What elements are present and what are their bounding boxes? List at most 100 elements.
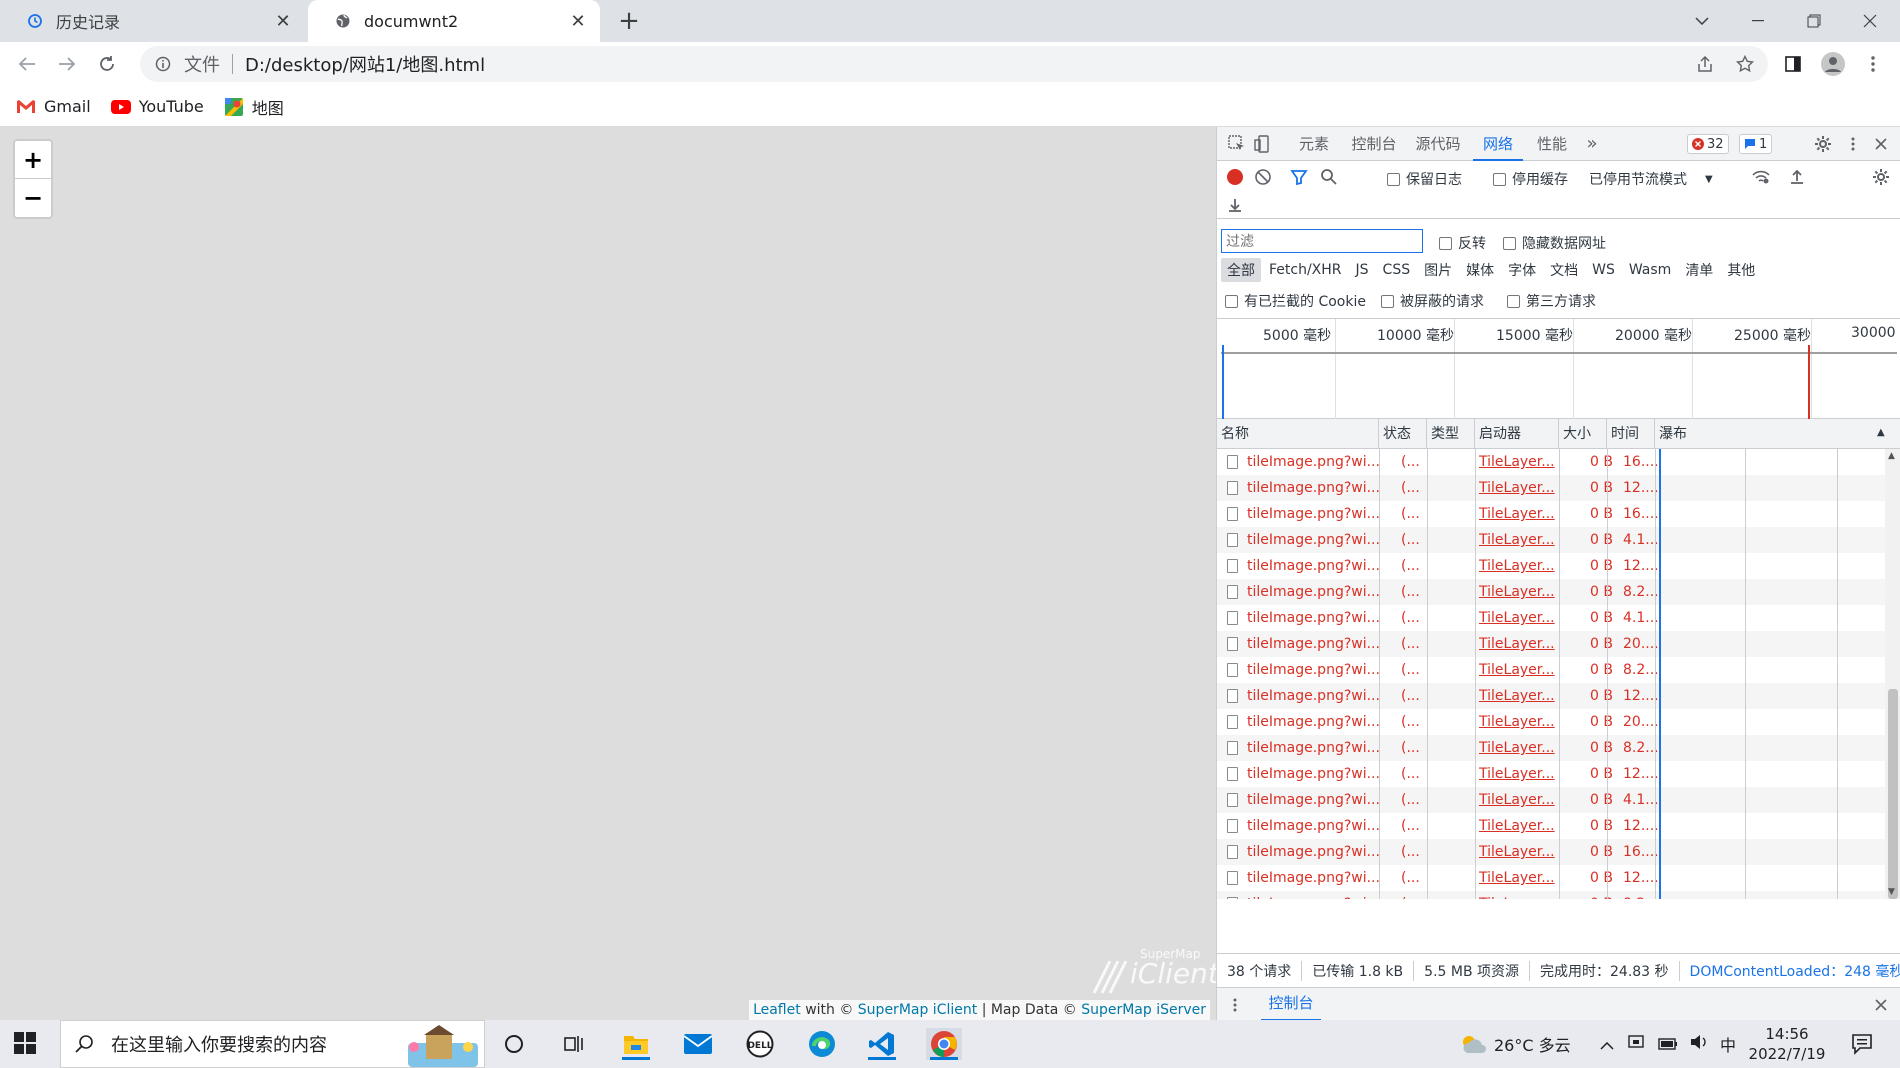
column-size[interactable]: 大小 [1559,419,1607,449]
request-initiator-link[interactable]: TileLayer... [1479,527,1559,553]
minimize-icon[interactable] [1730,0,1786,42]
more-tabs-icon[interactable]: » [1579,127,1605,161]
table-row[interactable]: tileImage.png?wi... (... TileLayer... 0 B 4.… [1217,605,1885,631]
leaflet-link[interactable]: Leaflet [753,1002,801,1018]
invert-checkbox[interactable]: 反转 [1439,233,1486,253]
weather-widget[interactable]: 26°C 多云 [1460,1020,1571,1068]
drawer-tab-console[interactable]: 控制台 [1261,988,1321,1021]
iserver-link[interactable]: SuperMap iServer [1081,1002,1206,1018]
disable-cache-checkbox[interactable]: 停用缓存 [1493,169,1568,189]
table-row[interactable]: tileImage.png?wi... (... TileLayer... 0 B 20… [1217,631,1885,657]
tab-elements[interactable]: 元素 [1289,127,1339,161]
taskbar-search-box[interactable]: 在这里输入你要搜索的内容 [60,1020,485,1068]
request-initiator-link[interactable]: TileLayer... [1479,735,1559,761]
inspect-element-icon[interactable] [1225,132,1249,156]
devtools-menu-icon[interactable] [1841,132,1865,156]
column-waterfall[interactable]: 瀑布 [1655,419,1900,449]
request-name[interactable]: tileImage.png?wi... [1221,475,1381,501]
record-icon[interactable] [1223,165,1247,189]
table-row[interactable]: tileImage.png?wi... (... TileLayer... 0 B 12… [1217,475,1885,501]
request-name[interactable]: tileImage.png?wi... [1221,839,1381,865]
reload-icon[interactable] [92,49,122,79]
show-hidden-icons-chevron-icon[interactable] [1600,1035,1614,1054]
close-window-icon[interactable] [1842,0,1898,42]
table-row[interactable]: tileImage.png?wi... (... TileLayer... 0 B 12… [1217,761,1885,787]
error-badge[interactable]: 32 [1687,134,1729,154]
address-bar[interactable]: 文件 D:/desktop/网站1/地图.html [140,46,1768,82]
type-filter-ws[interactable]: WS [1586,260,1621,280]
network-icon[interactable] [1628,1034,1646,1054]
request-name[interactable]: tileImage.png?wi... [1221,579,1381,605]
restore-icon[interactable] [1786,0,1842,42]
request-initiator-link[interactable]: TileLayer... [1479,839,1559,865]
table-row[interactable]: tileImage.png?wi... (... TileLayer... 0 B 16… [1217,839,1885,865]
request-initiator-link[interactable]: TileLayer... [1479,891,1559,899]
request-name[interactable]: tileImage.png?wi... [1221,865,1381,891]
dell-icon[interactable]: DELL [742,1028,778,1060]
battery-icon[interactable] [1658,1035,1678,1054]
tab-documwnt2[interactable]: documwnt2 ✕ [308,0,600,42]
request-initiator-link[interactable]: TileLayer... [1479,449,1559,475]
message-badge[interactable]: 1 [1739,134,1773,154]
request-name[interactable]: tileImage.png?wi... [1221,683,1381,709]
table-row[interactable]: tileImage.png?wi... (... TileLayer... 0 B 16… [1217,501,1885,527]
request-initiator-link[interactable]: TileLayer... [1479,475,1559,501]
tab-performance[interactable]: 性能 [1527,127,1577,161]
type-filter-manifest[interactable]: 清单 [1679,258,1719,282]
tab-network[interactable]: 网络 [1473,127,1523,161]
type-filter-all[interactable]: 全部 [1221,258,1261,282]
type-filter-wasm[interactable]: Wasm [1623,260,1677,280]
network-overview-timeline[interactable]: 5000 毫秒 10000 毫秒 15000 毫秒 20000 毫秒 25000… [1217,319,1900,419]
settings-gear-icon[interactable] [1811,132,1835,156]
cortana-icon[interactable] [496,1028,532,1060]
scrollbar-thumb[interactable] [1888,689,1898,899]
type-filter-js[interactable]: JS [1350,260,1375,280]
table-row[interactable]: tileImage.png?wi... (... TileLayer... 0 B 12… [1217,553,1885,579]
request-initiator-link[interactable]: TileLayer... [1479,657,1559,683]
edge-icon[interactable] [804,1028,840,1060]
bookmark-youtube[interactable]: YouTube [110,97,204,116]
tab-console[interactable]: 控制台 [1343,127,1405,161]
tab-search-chevron-icon[interactable] [1674,0,1730,42]
request-name[interactable]: tileImage.png?wi... [1221,813,1381,839]
profile-avatar-icon[interactable] [1818,49,1848,79]
close-drawer-icon[interactable] [1869,993,1893,1017]
table-row[interactable]: tileImage.png?wi... (... TileLayer... 0 B 16… [1217,449,1885,475]
import-har-icon[interactable] [1785,165,1809,189]
export-har-icon[interactable] [1223,193,1247,217]
bookmark-maps[interactable]: 地图 [224,95,284,119]
request-name[interactable]: tileImage.png?wi... [1221,787,1381,813]
request-initiator-link[interactable]: TileLayer... [1479,683,1559,709]
table-row[interactable]: tileImage.png?wi... (... TileLayer... 0 B 8.… [1217,735,1885,761]
kebab-menu-icon[interactable] [1858,49,1888,79]
zoom-in-button[interactable]: + [15,141,51,179]
filter-input[interactable] [1221,229,1423,253]
side-panel-icon[interactable] [1778,49,1808,79]
request-name[interactable]: tileImage.png?wi... [1221,553,1381,579]
map-canvas[interactable]: + − SuperMap iClient Leaflet with © Supe… [0,127,1219,1020]
request-name[interactable]: tileImage.png?wi... [1221,709,1381,735]
request-initiator-link[interactable]: TileLayer... [1479,501,1559,527]
hide-data-urls-checkbox[interactable]: 隐藏数据网址 [1503,233,1606,253]
bookmark-gmail[interactable]: Gmail [16,97,91,116]
request-initiator-link[interactable]: TileLayer... [1479,605,1559,631]
column-time[interactable]: 时间 [1607,419,1655,449]
table-row[interactable]: tileImage.png?wi... (... TileLayer... 0 B 4.… [1217,527,1885,553]
clear-icon[interactable] [1251,165,1275,189]
request-name[interactable]: tileImage.png?wi... [1221,761,1381,787]
type-filter-font[interactable]: 字体 [1502,258,1542,282]
close-tab-icon[interactable]: ✕ [273,11,293,32]
table-scrollbar[interactable]: ▲ ▼ [1885,449,1900,899]
task-view-icon[interactable] [556,1028,592,1060]
column-initiator[interactable]: 启动器 [1475,419,1559,449]
type-filter-img[interactable]: 图片 [1418,258,1458,282]
column-name[interactable]: 名称 [1217,419,1379,449]
request-initiator-link[interactable]: TileLayer... [1479,631,1559,657]
column-type[interactable]: 类型 [1427,419,1475,449]
search-icon[interactable] [1317,165,1341,189]
request-name[interactable]: tileImage.png?wi... [1221,735,1381,761]
info-icon[interactable] [154,55,172,73]
request-initiator-link[interactable]: TileLayer... [1479,787,1559,813]
type-filter-media[interactable]: 媒体 [1460,258,1500,282]
clock[interactable]: 14:56 2022/7/19 [1738,1024,1836,1064]
